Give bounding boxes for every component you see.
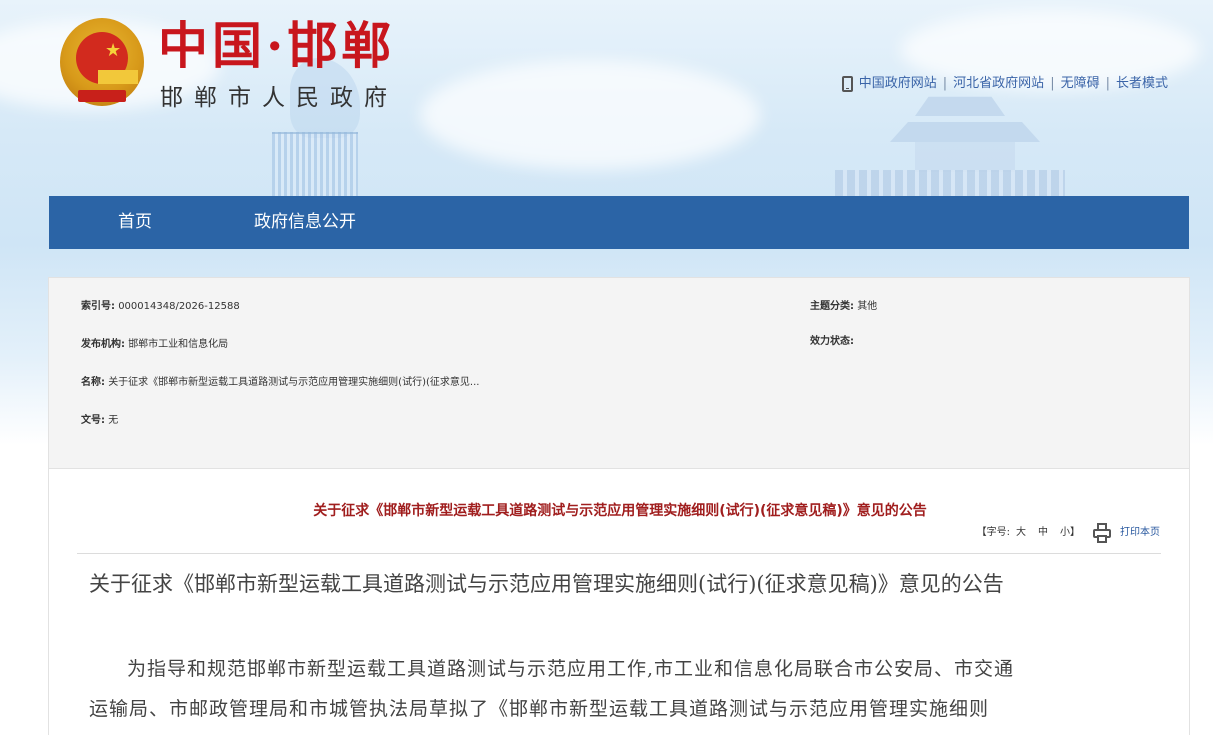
cloud-decoration <box>420 60 760 170</box>
link-separator: | <box>1050 76 1055 91</box>
font-medium-button[interactable]: 中 <box>1038 524 1048 542</box>
index-number-row: 索引号: 000014348/2026-12588 <box>81 300 240 314</box>
national-emblem-icon[interactable]: ★ <box>60 18 144 106</box>
body-line: 为指导和规范邯郸市新型运载工具道路测试与示范应用工作,市工业和信息化局联合市公安… <box>127 658 1015 680</box>
link-separator: | <box>942 76 948 91</box>
publisher-value: 邯郸市工业和信息化局 <box>128 339 229 350</box>
index-number-label: 索引号: <box>81 301 115 312</box>
doc-number-value: 无 <box>108 415 119 426</box>
topic-label: 主题分类: <box>810 301 854 312</box>
link-china-gov[interactable]: 中国政府网站 <box>859 74 937 94</box>
font-large-button[interactable]: 大 <box>1016 524 1026 542</box>
publisher-row: 发布机构: 邯郸市工业和信息化局 <box>81 338 228 352</box>
print-icon[interactable] <box>1092 523 1112 543</box>
body-line: 运输局、市邮政管理局和市城管执法局草拟了《邯郸市新型运载工具道路测试与示范应用管… <box>89 698 990 720</box>
font-small-button[interactable]: 小】 <box>1060 524 1080 542</box>
main-nav: 首页 政府信息公开 <box>49 196 1189 249</box>
name-value: 关于征求《邯郸市新型运载工具道路测试与示范应用管理实施细则(试行)(征求意见..… <box>108 377 480 388</box>
pavilion-illustration <box>835 92 1065 198</box>
nav-item-home[interactable]: 首页 <box>118 196 152 249</box>
top-links-bar: 中国政府网站 | 河北省政府网站 | 无障碍 | 长者模式 <box>841 74 1168 94</box>
site-title[interactable]: 中国·邯郸 <box>158 16 395 76</box>
site-subtitle: 邯郸市人民政府 <box>160 85 398 111</box>
divider <box>77 553 1161 554</box>
print-page-link[interactable]: 打印本页 <box>1120 524 1160 542</box>
font-size-label: 【字号: <box>976 527 1010 538</box>
link-separator: | <box>1105 76 1110 91</box>
topic-value: 其他 <box>857 301 878 312</box>
doc-number-row: 文号: 无 <box>81 414 118 428</box>
name-row: 名称: 关于征求《邯郸市新型运载工具道路测试与示范应用管理实施细则(试行)(征求… <box>81 376 479 390</box>
metadata-panel: 索引号: 000014348/2026-12588 主题分类: 其他 发布机构:… <box>48 277 1190 469</box>
name-label: 名称: <box>81 377 105 388</box>
link-elder-mode[interactable]: 长者模式 <box>1116 74 1168 94</box>
document-body: 为指导和规范邯郸市新型运载工具道路测试与示范应用工作,市工业和信息化局联合市公安… <box>89 649 1149 729</box>
tower-illustration <box>272 132 358 198</box>
index-number-value: 000014348/2026-12588 <box>118 301 240 312</box>
article-panel: 关于征求《邯郸市新型运载工具道路测试与示范应用管理实施细则(试行)(征求意见稿)… <box>48 469 1190 735</box>
topic-row: 主题分类: 其他 <box>810 300 877 314</box>
link-hebei-gov[interactable]: 河北省政府网站 <box>953 74 1044 94</box>
doc-number-label: 文号: <box>81 415 105 426</box>
document-title: 关于征求《邯郸市新型运载工具道路测试与示范应用管理实施细则(试行)(征求意见稿)… <box>89 572 1004 596</box>
link-accessibility[interactable]: 无障碍 <box>1061 74 1100 94</box>
nav-item-gov-info[interactable]: 政府信息公开 <box>254 196 356 249</box>
status-row: 效力状态: <box>810 335 854 349</box>
status-label: 效力状态: <box>810 336 854 347</box>
article-heading: 关于征求《邯郸市新型运载工具道路测试与示范应用管理实施细则(试行)(征求意见稿)… <box>313 503 927 519</box>
publisher-label: 发布机构: <box>81 339 125 350</box>
phone-icon[interactable] <box>841 76 853 92</box>
article-tools: 【字号: 大 中 小】 打印本页 <box>977 523 1160 543</box>
